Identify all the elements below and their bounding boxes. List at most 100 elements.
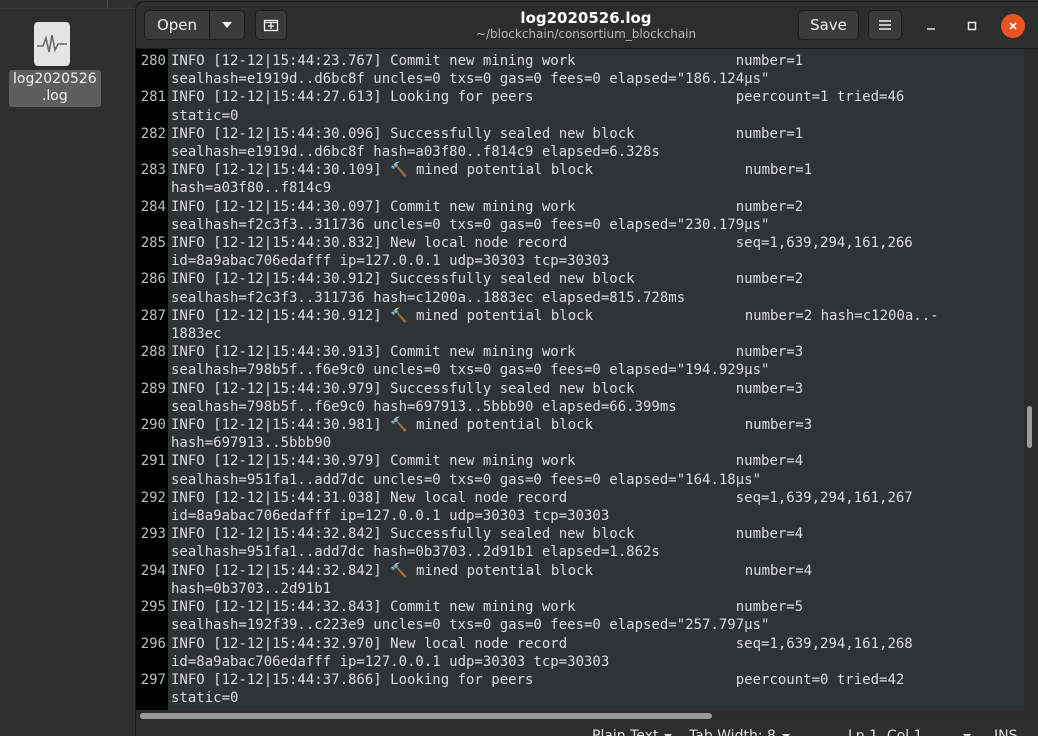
line-number: 289 xyxy=(140,380,166,397)
text-line-wrap[interactable]: 1883ec xyxy=(136,325,1024,343)
new-tab-icon xyxy=(263,19,279,32)
cursor-position-label: Ln 1, Col 1 xyxy=(848,728,923,736)
line-text: sealhash=e1919d..d6bc8f uncles=0 txs=0 g… xyxy=(171,71,770,88)
line-text: INFO [12-12|15:44:30.832] New local node… xyxy=(171,235,913,252)
vertical-scrollbar[interactable] xyxy=(1024,49,1038,710)
text-line[interactable]: 280 INFO [12-12|15:44:23.767] Commit new … xyxy=(136,52,1024,70)
open-button[interactable]: Open xyxy=(144,10,210,40)
text-line[interactable]: 290 INFO [12-12|15:44:30.981] 🔨 mined pot… xyxy=(136,416,1024,434)
title-area: log2020526.log ~/blockchain/consortium_b… xyxy=(406,9,766,42)
text-line-wrap[interactable]: sealhash=951fa1..add7dc hash=0b3703..2d9… xyxy=(136,543,1024,561)
minimize-button[interactable] xyxy=(919,14,943,38)
desktop-file-icon[interactable]: log2020526 .log xyxy=(9,22,101,107)
line-number: 284 xyxy=(140,198,166,215)
language-selector[interactable]: Plain Text xyxy=(592,728,673,736)
text-line-wrap[interactable]: id=8a9abac706edafff ip=127.0.0.1 udp=303… xyxy=(136,507,1024,525)
text-line[interactable]: 294 INFO [12-12|15:44:32.842] 🔨 mined pot… xyxy=(136,562,1024,580)
line-number: 282 xyxy=(140,125,166,142)
line-text: INFO [12-12|15:44:32.842] 🔨 mined potent… xyxy=(171,562,813,579)
cursor-position-selector[interactable]: Ln 1, Col 1 xyxy=(848,728,971,736)
text-line[interactable]: 291 INFO [12-12|15:44:30.979] Commit new … xyxy=(136,452,1024,470)
line-number: 286 xyxy=(140,271,166,288)
text-line-wrap[interactable]: id=8a9abac706edafff ip=127.0.0.1 udp=303… xyxy=(136,252,1024,270)
text-line[interactable]: 283 INFO [12-12|15:44:30.109] 🔨 mined pot… xyxy=(136,161,1024,179)
text-line-wrap[interactable]: sealhash=798b5f..f6e9c0 uncles=0 txs=0 g… xyxy=(136,361,1024,379)
text-line-wrap[interactable]: hash=a03f80..f814c9 xyxy=(136,179,1024,197)
new-tab-button[interactable] xyxy=(255,10,287,40)
insert-mode-indicator: INS xyxy=(994,728,1018,736)
text-line[interactable]: 287 INFO [12-12|15:44:30.912] 🔨 mined pot… xyxy=(136,307,1024,325)
close-button[interactable] xyxy=(1001,14,1025,38)
line-text: sealhash=f2c3f3..311736 uncles=0 txs=0 g… xyxy=(171,216,770,233)
line-text: INFO [12-12|15:44:30.912] Successfully s… xyxy=(171,271,804,288)
text-lines[interactable]: 280 INFO [12-12|15:44:23.767] Commit new … xyxy=(136,52,1024,707)
text-editor-window: Open log2020526.log ~/blockchain/consort… xyxy=(136,2,1038,736)
language-label: Plain Text xyxy=(592,728,659,736)
text-line-wrap[interactable]: sealhash=f2c3f3..311736 hash=c1200a..188… xyxy=(136,289,1024,307)
line-text: sealhash=192f39..c223e9 uncles=0 txs=0 g… xyxy=(171,617,770,634)
text-line[interactable]: 292 INFO [12-12|15:44:31.038] New local n… xyxy=(136,489,1024,507)
text-line-wrap[interactable]: sealhash=192f39..c223e9 uncles=0 txs=0 g… xyxy=(136,616,1024,634)
text-line-wrap[interactable]: sealhash=951fa1..add7dc uncles=0 txs=0 g… xyxy=(136,471,1024,489)
text-line[interactable]: 282 INFO [12-12|15:44:30.096] Successfull… xyxy=(136,125,1024,143)
text-line[interactable]: 284 INFO [12-12|15:44:30.097] Commit new … xyxy=(136,198,1024,216)
text-line[interactable]: 281 INFO [12-12|15:44:27.613] Looking for… xyxy=(136,88,1024,106)
text-line-wrap[interactable]: sealhash=e1919d..d6bc8f hash=a03f80..f81… xyxy=(136,143,1024,161)
text-line[interactable]: 297 INFO [12-12|15:44:37.866] Looking for… xyxy=(136,671,1024,689)
log-file-icon xyxy=(34,22,70,66)
text-line[interactable]: 286 INFO [12-12|15:44:30.912] Successfull… xyxy=(136,270,1024,288)
line-text: id=8a9abac706edafff ip=127.0.0.1 udp=303… xyxy=(171,508,610,525)
text-line-wrap[interactable]: id=8a9abac706edafff ip=127.0.0.1 udp=303… xyxy=(136,653,1024,671)
text-line[interactable]: 293 INFO [12-12|15:44:32.842] Successfull… xyxy=(136,525,1024,543)
line-text: INFO [12-12|15:44:30.912] 🔨 mined potent… xyxy=(171,307,939,324)
text-line-wrap[interactable]: sealhash=f2c3f3..311736 uncles=0 txs=0 g… xyxy=(136,216,1024,234)
window-title: log2020526.log xyxy=(520,9,652,27)
line-text: id=8a9abac706edafff ip=127.0.0.1 udp=303… xyxy=(171,653,610,670)
tab-width-selector[interactable]: Tab Width: 8 xyxy=(689,728,790,736)
line-text: id=8a9abac706edafff ip=127.0.0.1 udp=303… xyxy=(171,253,610,270)
line-text: static=0 xyxy=(171,107,239,124)
save-button[interactable]: Save xyxy=(798,10,859,40)
line-text: sealhash=e1919d..d6bc8f hash=a03f80..f81… xyxy=(171,144,660,161)
line-text: 1883ec xyxy=(171,326,222,343)
text-line[interactable]: 295 INFO [12-12|15:44:32.843] Commit new … xyxy=(136,598,1024,616)
text-line-wrap[interactable]: sealhash=798b5f..f6e9c0 hash=697913..5bb… xyxy=(136,398,1024,416)
line-number: 283 xyxy=(140,162,166,179)
text-editor-area[interactable]: 280 INFO [12-12|15:44:23.767] Commit new … xyxy=(136,49,1024,710)
minimize-icon xyxy=(927,28,935,30)
text-line[interactable]: 289 INFO [12-12|15:44:30.979] Successfull… xyxy=(136,380,1024,398)
text-line[interactable]: 285 INFO [12-12|15:44:30.832] New local n… xyxy=(136,234,1024,252)
maximize-button[interactable] xyxy=(960,14,984,38)
line-number: 288 xyxy=(140,344,166,361)
text-line-wrap[interactable]: static=0 xyxy=(136,689,1024,707)
text-line-wrap[interactable]: sealhash=e1919d..d6bc8f uncles=0 txs=0 g… xyxy=(136,70,1024,88)
hamburger-icon xyxy=(879,20,891,30)
line-text: sealhash=951fa1..add7dc hash=0b3703..2d9… xyxy=(171,544,660,561)
line-text: hash=0b3703..2d91b1 xyxy=(171,580,332,597)
line-number: 293 xyxy=(140,526,166,543)
horizontal-scrollbar-thumb[interactable] xyxy=(140,713,712,719)
text-line[interactable]: 288 INFO [12-12|15:44:30.913] Commit new … xyxy=(136,343,1024,361)
line-text: INFO [12-12|15:44:30.913] Commit new min… xyxy=(171,344,804,361)
line-number: 291 xyxy=(140,453,166,470)
desktop-top-strip xyxy=(0,0,140,9)
line-text: INFO [12-12|15:44:23.767] Commit new min… xyxy=(171,53,804,69)
line-text: static=0 xyxy=(171,690,239,707)
text-line-wrap[interactable]: static=0 xyxy=(136,107,1024,125)
text-line-wrap[interactable]: hash=0b3703..2d91b1 xyxy=(136,580,1024,598)
open-menu-button[interactable] xyxy=(209,10,245,40)
vertical-scrollbar-thumb[interactable] xyxy=(1027,406,1032,448)
line-number: 294 xyxy=(140,562,166,579)
line-text: INFO [12-12|15:44:30.097] Commit new min… xyxy=(171,198,804,215)
line-text: sealhash=798b5f..f6e9c0 uncles=0 txs=0 g… xyxy=(171,362,770,379)
desktop-file-label-line2: .log xyxy=(41,88,68,104)
text-line-wrap[interactable]: hash=697913..5bbb90 xyxy=(136,434,1024,452)
line-text: INFO [12-12|15:44:27.613] Looking for pe… xyxy=(171,89,905,106)
line-text: INFO [12-12|15:44:31.038] New local node… xyxy=(171,489,913,506)
main-menu-button[interactable] xyxy=(868,10,902,40)
line-number: 297 xyxy=(140,671,166,688)
line-text: INFO [12-12|15:44:30.979] Successfully s… xyxy=(171,380,804,397)
maximize-icon xyxy=(967,21,977,31)
line-text: INFO [12-12|15:44:30.981] 🔨 mined potent… xyxy=(171,417,813,434)
text-line[interactable]: 296 INFO [12-12|15:44:32.970] New local n… xyxy=(136,635,1024,653)
